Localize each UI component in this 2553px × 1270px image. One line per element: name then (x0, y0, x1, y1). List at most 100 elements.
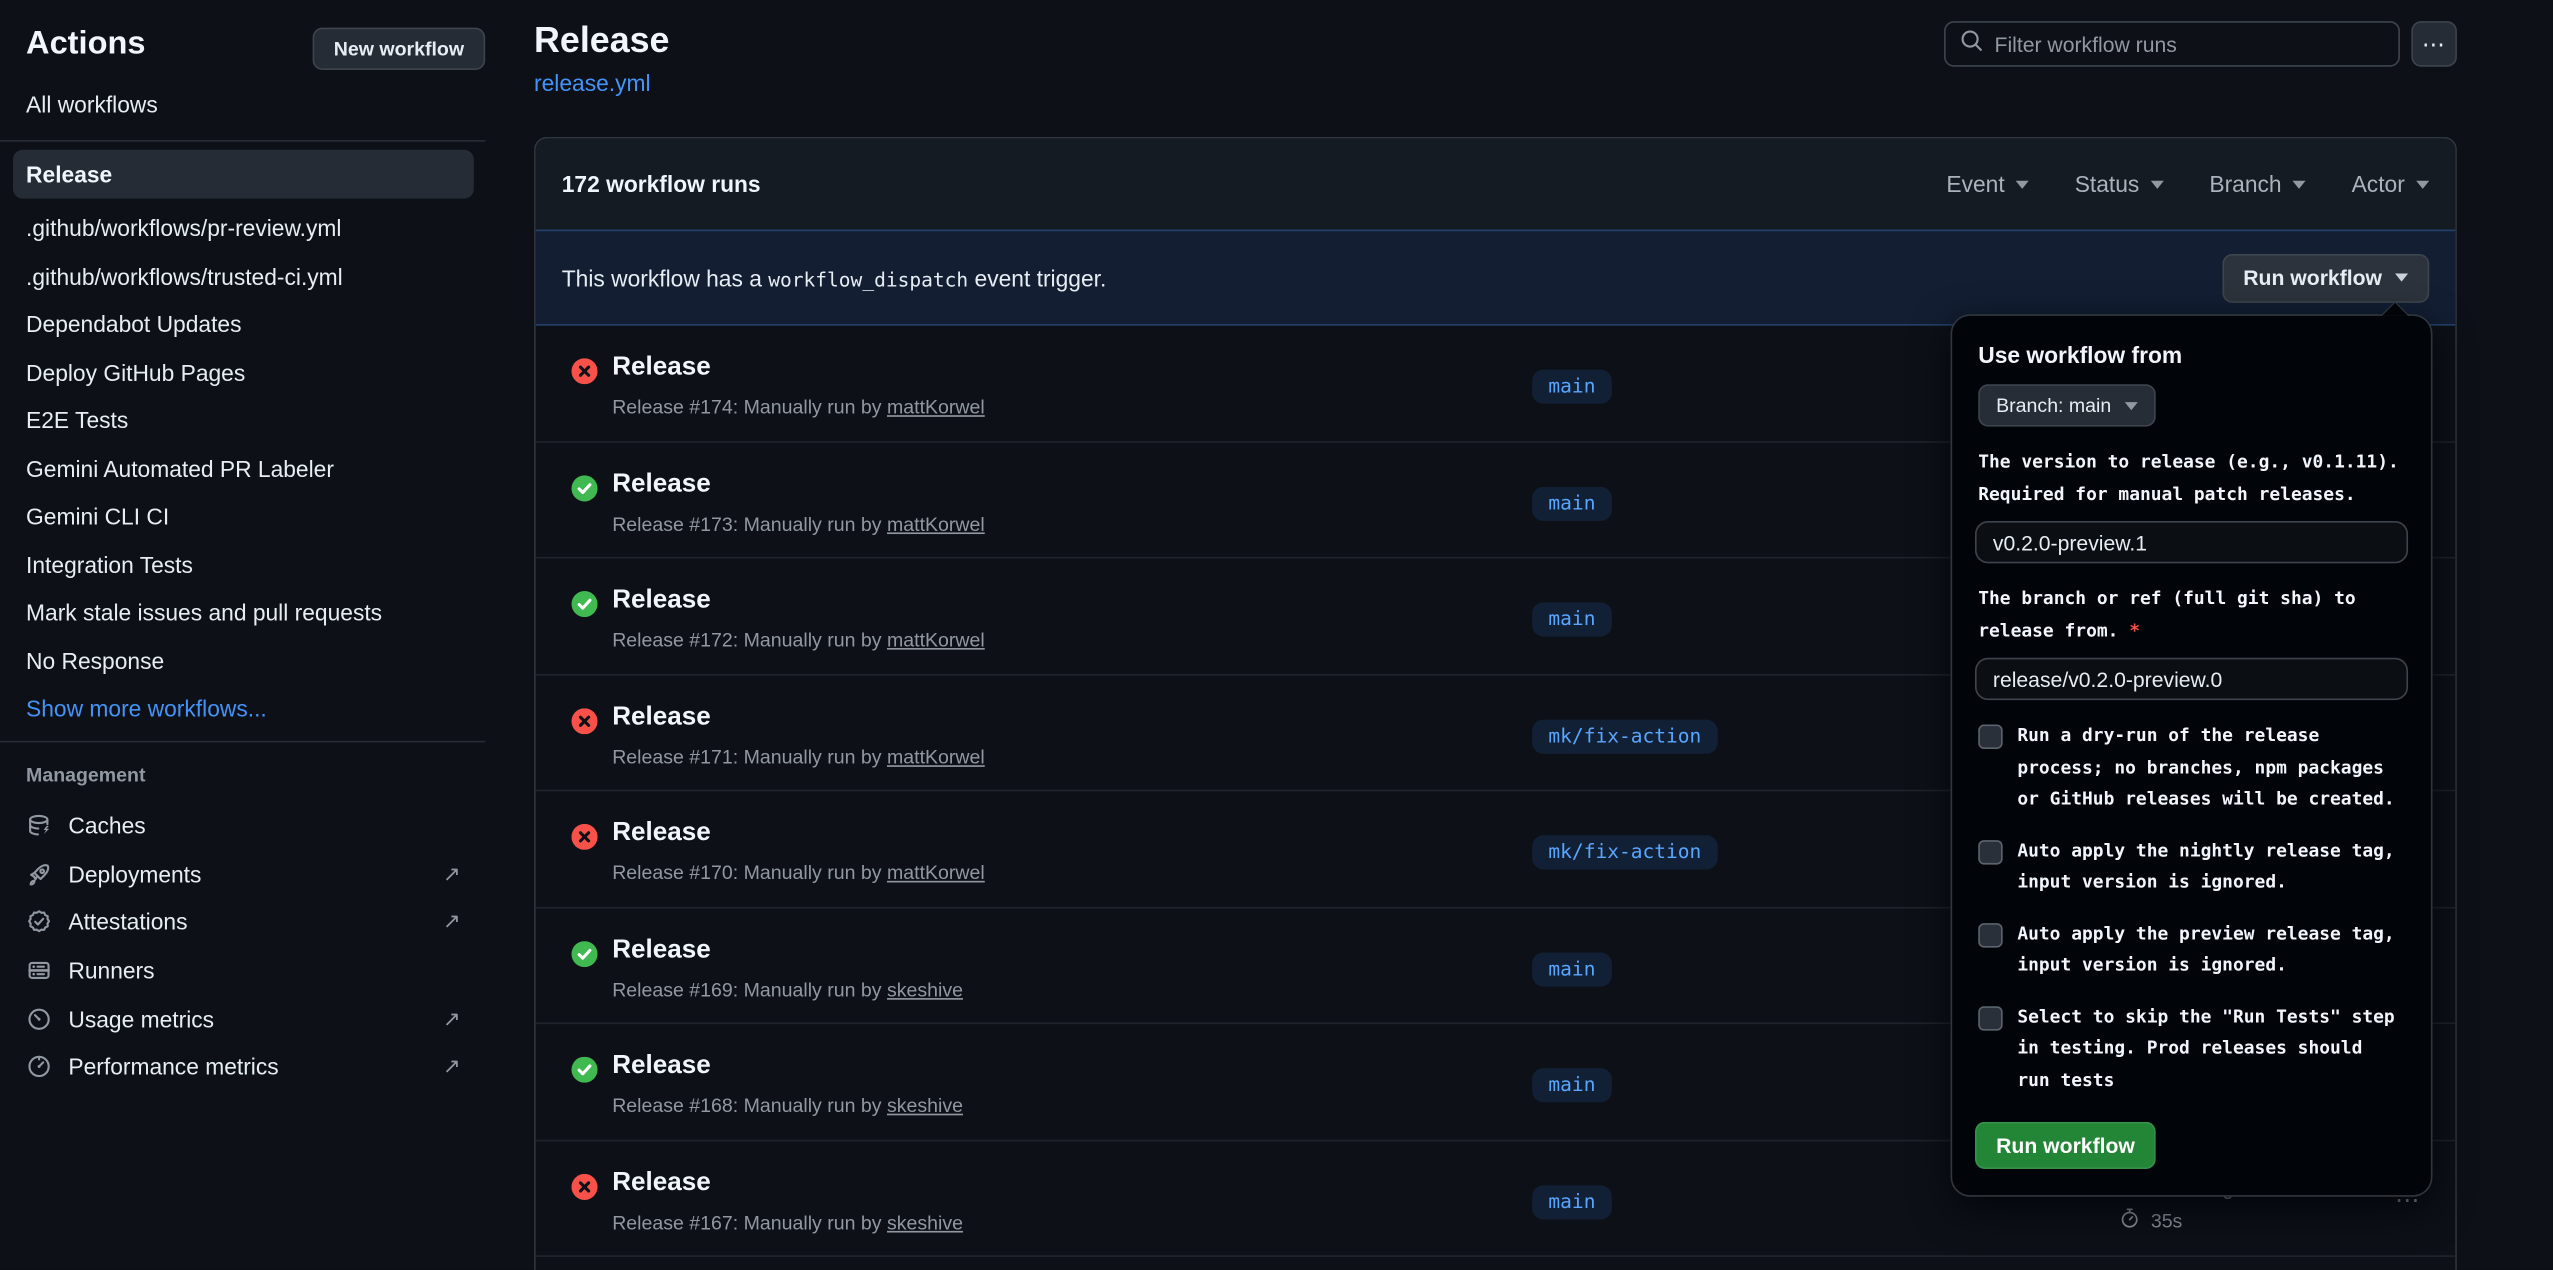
checkbox[interactable] (1978, 922, 2002, 946)
run-actor-link[interactable]: skeshive (887, 1094, 963, 1117)
sidebar-workflow-item[interactable]: .github/workflows/trusted-ci.yml (0, 253, 497, 301)
sidebar-item-usage-metrics[interactable]: Usage metrics↗ (0, 994, 497, 1042)
run-title-link[interactable]: Release (612, 586, 711, 615)
branch-badge[interactable]: main (1532, 370, 1612, 404)
sidebar-workflow-item[interactable]: Mark stale issues and pull requests (0, 589, 497, 637)
page-title: Release (534, 20, 669, 62)
checkbox-label: Auto apply the preview release tag, inpu… (2017, 917, 2405, 980)
checkbox[interactable] (1978, 839, 2002, 863)
run-actor-link[interactable]: mattKorwel (887, 628, 985, 651)
popup-title: Use workflow from (1978, 342, 2408, 368)
runs-count: 172 workflow runs (562, 171, 761, 197)
search-icon (1959, 27, 1985, 61)
version-input-label: The version to release (e.g., v0.1.11). … (1978, 446, 2405, 509)
sidebar-item-caches[interactable]: Caches (0, 801, 497, 849)
run-subtitle: Release #169: Manually run by skeshive (612, 978, 963, 1001)
branch-badge[interactable]: main (1532, 486, 1612, 520)
caret-down-icon (2293, 180, 2306, 188)
management-item-label: Deployments (68, 861, 201, 887)
run-title-link[interactable]: Release (612, 819, 711, 848)
run-actor-link[interactable]: mattKorwel (887, 745, 985, 768)
run-title-link[interactable]: Release (612, 935, 711, 964)
sidebar: Actions New workflow All workflows Relea… (0, 0, 497, 1270)
run-actor-link[interactable]: mattKorwel (887, 861, 985, 884)
sidebar-workflow-item[interactable]: E2E Tests (0, 397, 497, 445)
new-workflow-button[interactable]: New workflow (313, 28, 486, 70)
sidebar-workflow-item[interactable]: Dependabot Updates (0, 301, 497, 349)
run-title-link[interactable]: Release (612, 470, 711, 499)
sidebar-workflow-item[interactable]: Gemini Automated PR Labeler (0, 445, 497, 493)
branch-badge[interactable]: main (1532, 952, 1612, 986)
sidebar-workflow-item[interactable]: Gemini CLI CI (0, 493, 497, 541)
workflow-list: Release .github/workflows/pr-review.yml.g… (0, 150, 497, 734)
management-item-label: Performance metrics (68, 1054, 278, 1080)
sidebar-workflow-item[interactable]: Integration Tests (0, 541, 497, 589)
branch-badge[interactable]: mk/fix-action (1532, 835, 1717, 869)
management-list: Caches Deployments ↗ Attestations↗RunnersUs… (0, 801, 497, 1091)
sidebar-item-performance-metrics[interactable]: Performance metrics↗ (0, 1043, 497, 1091)
workflow-dispatch-code: workflow_dispatch (768, 268, 968, 291)
stopwatch-icon (2118, 1206, 2141, 1239)
branch-badge[interactable]: main (1532, 1185, 1612, 1219)
external-link-icon: ↗ (443, 1006, 461, 1032)
version-input[interactable] (1975, 521, 2408, 563)
ref-input[interactable] (1975, 658, 2408, 700)
run-workflow-dropdown-button[interactable]: Run workflow (2222, 253, 2429, 302)
external-link-icon: ↗ (443, 861, 461, 887)
actions-page: Actions New workflow All workflows Relea… (0, 0, 2553, 1270)
server-icon (26, 957, 52, 983)
sidebar-workflow-item[interactable]: .github/workflows/pr-review.yml (0, 205, 497, 253)
sidebar-item-deployments[interactable]: Deployments ↗ (0, 849, 497, 897)
show-more-workflows-link[interactable]: Show more workflows... (0, 685, 497, 733)
run-success-icon (571, 591, 597, 617)
management-section-title: Management (26, 764, 145, 787)
sidebar-item-runners[interactable]: Runners (0, 946, 497, 994)
run-failure-icon (571, 358, 597, 384)
run-failure-icon (571, 1173, 597, 1199)
run-workflow-submit-button[interactable]: Run workflow (1975, 1122, 2156, 1169)
run-success-icon (571, 1057, 597, 1083)
workflow-input-checkbox-row: Run a dry-run of the release process; no… (1978, 720, 2405, 815)
popup-caret (2382, 303, 2408, 316)
run-duration: 35s (2151, 1206, 2183, 1237)
run-actor-link[interactable]: mattKorwel (887, 512, 985, 535)
sidebar-workflow-item[interactable]: Deploy GitHub Pages (0, 349, 497, 397)
run-success-icon (571, 940, 597, 966)
run-title-link[interactable]: Release (612, 353, 711, 382)
filter-dropdown-status[interactable]: Status (2075, 171, 2164, 197)
sidebar-item-attestations[interactable]: Attestations↗ (0, 898, 497, 946)
workflow-file-link[interactable]: release.yml (534, 70, 651, 96)
checkbox[interactable] (1978, 1005, 2002, 1029)
sidebar-divider (0, 741, 485, 743)
caret-down-icon (2151, 180, 2164, 188)
workflow-options-kebab-button[interactable]: ⋯ (2411, 21, 2457, 67)
run-actor-link[interactable]: skeshive (887, 1211, 963, 1234)
filter-dropdown-event[interactable]: Event (1946, 171, 2029, 197)
sidebar-workflow-item[interactable]: Release (13, 150, 474, 199)
sidebar-workflow-item[interactable]: No Response (0, 637, 497, 685)
run-actor-link[interactable]: mattKorwel (887, 396, 985, 419)
caret-down-icon (2395, 274, 2408, 282)
workflow-input-checkbox-row: Select to skip the "Run Tests" step in t… (1978, 1001, 2405, 1096)
run-title-link[interactable]: Release (612, 1168, 711, 1197)
run-title-link[interactable]: Release (612, 1052, 711, 1081)
filter-dropdown-branch[interactable]: Branch (2209, 171, 2306, 197)
branch-select-button[interactable]: Branch: main (1978, 384, 2155, 426)
popup-checkbox-group: Run a dry-run of the release process; no… (1975, 720, 2408, 1096)
run-subtitle: Release #168: Manually run by skeshive (612, 1094, 963, 1117)
checkbox[interactable] (1978, 725, 2002, 749)
run-subtitle: Release #170: Manually run by mattKorwel (612, 861, 985, 884)
run-subtitle: Release #174: Manually run by mattKorwel (612, 396, 985, 419)
filter-dropdown-actor[interactable]: Actor (2352, 171, 2430, 197)
run-subtitle: Release #167: Manually run by skeshive (612, 1211, 963, 1234)
run-title-link[interactable]: Release (612, 703, 711, 732)
run-actor-link[interactable]: skeshive (887, 978, 963, 1001)
sidebar-item-all-workflows[interactable]: All workflows (26, 91, 158, 117)
branch-badge[interactable]: main (1532, 1068, 1612, 1102)
branch-badge[interactable]: mk/fix-action (1532, 719, 1717, 753)
filter-workflow-runs-input[interactable]: Filter workflow runs (1944, 21, 2400, 67)
workflow-input-checkbox-row: Auto apply the nightly release tag, inpu… (1978, 834, 2405, 897)
run-failure-icon (571, 824, 597, 850)
caret-down-icon (2124, 401, 2137, 409)
branch-badge[interactable]: main (1532, 602, 1612, 636)
